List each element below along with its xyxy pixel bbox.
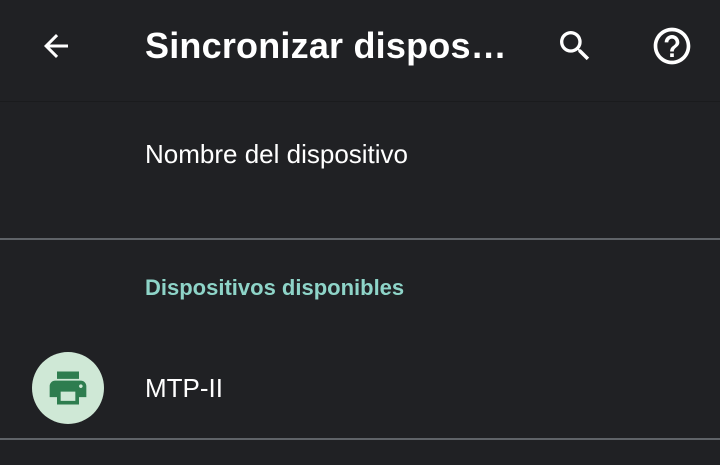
device-list-item[interactable]: MTP-II — [0, 340, 720, 436]
help-circle-icon — [653, 27, 691, 65]
device-name-setting[interactable]: Nombre del dispositivo — [0, 102, 720, 238]
search-icon — [560, 31, 590, 61]
available-devices-header: Dispositivos disponibles — [145, 275, 405, 300]
top-app-bar: Sincronizar dispositivos — [0, 0, 720, 102]
page-title: Sincronizar dispositivos — [145, 25, 510, 66]
divider — [0, 238, 720, 240]
back-button[interactable] — [32, 22, 80, 70]
help-button[interactable] — [648, 22, 696, 70]
device-avatar — [32, 352, 104, 424]
arrow-back-icon — [44, 34, 68, 58]
device-name-label: Nombre del dispositivo — [145, 139, 409, 169]
divider — [0, 438, 720, 440]
printer-icon — [49, 371, 87, 405]
device-label: MTP-II — [145, 373, 223, 403]
search-button[interactable] — [551, 22, 599, 70]
